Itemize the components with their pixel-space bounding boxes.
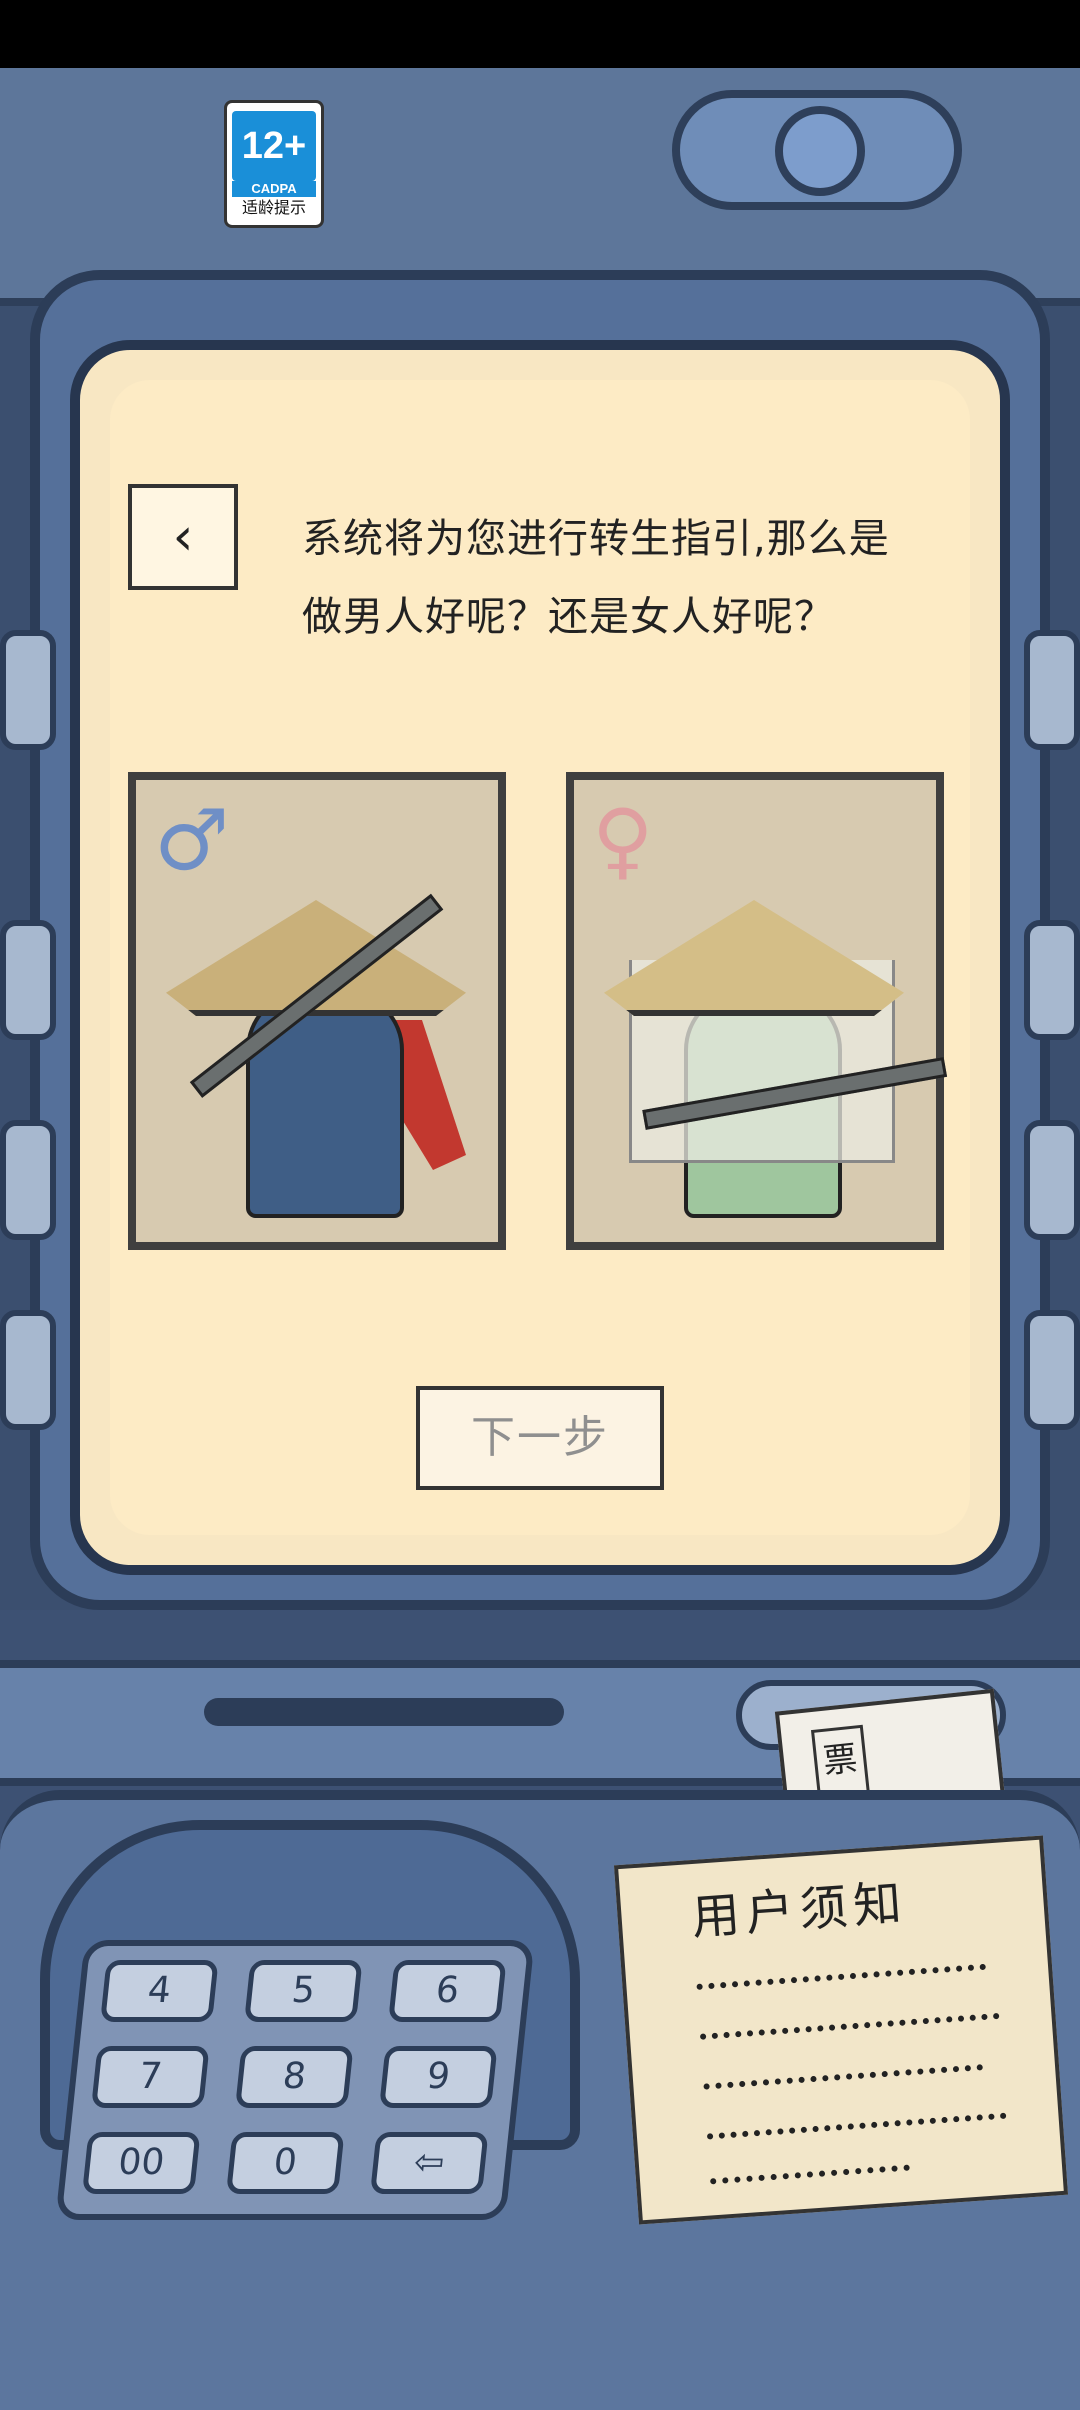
keypad-key-7[interactable]: 7 xyxy=(91,2046,210,2108)
keypad-key-back[interactable]: ⇦ xyxy=(370,2132,489,2194)
keypad-key-5[interactable]: 5 xyxy=(244,1960,363,2022)
side-button-left-2 xyxy=(0,920,56,1040)
male-symbol-icon: ♂ xyxy=(154,791,230,889)
side-button-left-3 xyxy=(0,1120,56,1240)
side-button-left-4 xyxy=(0,1310,56,1430)
side-button-right-1 xyxy=(1024,630,1080,750)
side-button-right-2 xyxy=(1024,920,1080,1040)
keypad-key-9[interactable]: 9 xyxy=(379,2046,498,2108)
age-rating-badge: 12+ CADPA 适龄提示 xyxy=(224,100,324,228)
keypad-key-0[interactable]: 0 xyxy=(226,2132,345,2194)
dialog-text: 系统将为您进行转生指引,那么是做男人好呢？还是女人好呢？ xyxy=(302,516,890,640)
keypad-key-4[interactable]: 4 xyxy=(100,1960,219,2022)
side-button-right-3 xyxy=(1024,1120,1080,1240)
back-arrow-icon: ‹ xyxy=(172,507,194,567)
keypad-key-6[interactable]: 6 xyxy=(388,1960,507,2022)
cash-slot xyxy=(204,1698,564,1726)
side-button-left-1 xyxy=(0,630,56,750)
notice-scribble-line xyxy=(695,1953,987,1990)
notice-scribble-line xyxy=(699,2002,1000,2040)
notice-scribble-line xyxy=(702,2054,984,2090)
notice-scribble-line xyxy=(709,2154,910,2185)
keypad-key-00[interactable]: 00 xyxy=(82,2132,201,2194)
user-notice-paper: 用户须知 xyxy=(613,1835,1069,2225)
keypad-key-8[interactable]: 8 xyxy=(235,2046,354,2108)
next-step-button[interactable]: 下一步 xyxy=(416,1386,664,1490)
status-bar xyxy=(0,0,1080,68)
age-rating-number: 12+ xyxy=(232,111,316,181)
side-button-right-4 xyxy=(1024,1310,1080,1430)
choice-card-female[interactable]: ♀ xyxy=(566,772,948,1250)
notice-scribble-line xyxy=(706,2102,1007,2140)
keypad: 4 5 6 7 8 9 00 0 ⇦ xyxy=(55,1940,535,2220)
age-rating-org: CADPA xyxy=(232,181,316,197)
camera-lens-icon xyxy=(775,106,865,196)
notice-title: 用户须知 xyxy=(689,1875,910,1947)
veiled-hat xyxy=(604,900,904,1016)
camera-housing xyxy=(672,90,962,210)
female-symbol-icon: ♀ xyxy=(592,791,654,889)
back-button[interactable]: ‹ xyxy=(128,484,238,590)
choice-card-male[interactable]: ♂ xyxy=(128,772,506,1250)
age-rating-tip: 适龄提示 xyxy=(241,198,306,217)
